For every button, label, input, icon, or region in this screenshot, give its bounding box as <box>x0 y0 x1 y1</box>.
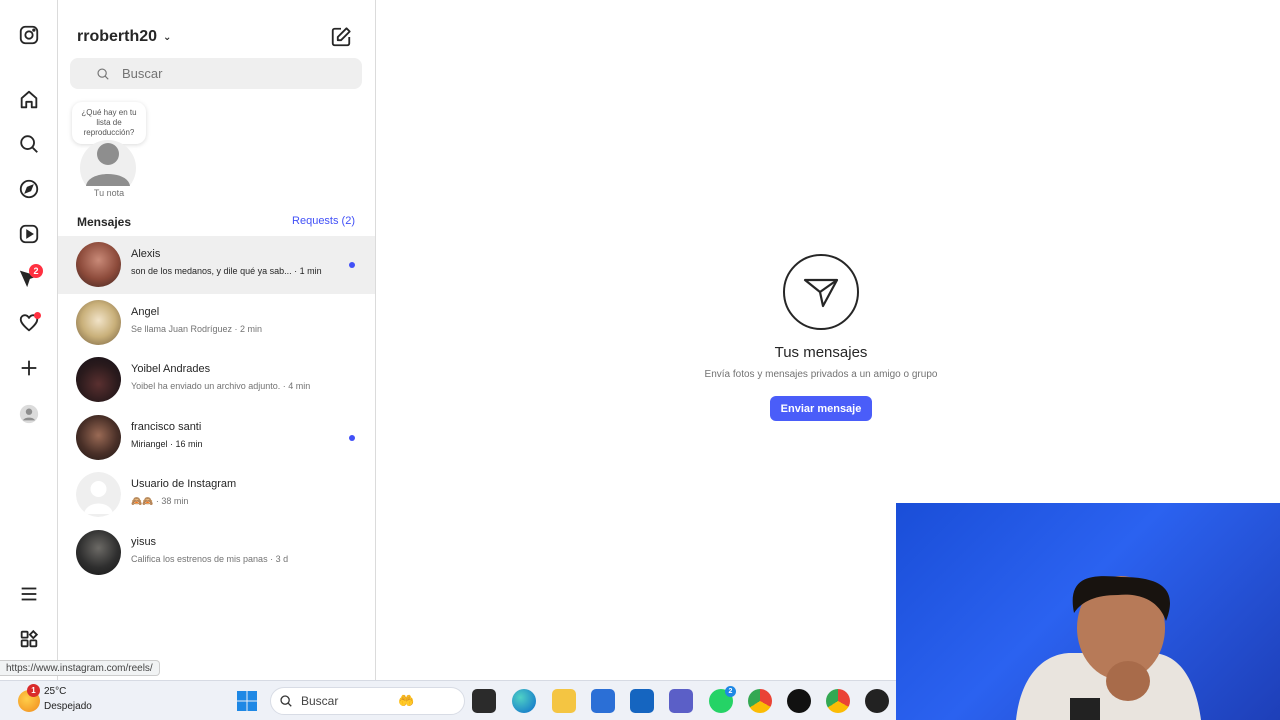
upwork-icon[interactable] <box>787 689 811 713</box>
search-icon[interactable] <box>14 129 44 159</box>
weather-temp: 25°C <box>44 686 67 697</box>
edge-icon[interactable] <box>512 689 536 713</box>
apps-icon[interactable] <box>14 624 44 654</box>
thread-preview: Se llama Juan Rodríguez · 2 min <box>131 324 263 334</box>
create-icon[interactable] <box>14 353 44 383</box>
webcam-overlay <box>896 503 1280 720</box>
thread-row-yisus[interactable]: yisus Califica los estrenos de mis panas… <box>58 524 375 582</box>
avatar <box>76 300 121 345</box>
explore-icon[interactable] <box>14 174 44 204</box>
thread-name: Angel <box>131 306 160 318</box>
notifications-dot <box>34 312 41 319</box>
link-status-url: https://www.instagram.com/reels/ <box>0 660 160 676</box>
thread-preview: 🙈🙈 · 38 min <box>131 496 189 506</box>
unread-dot <box>349 262 355 268</box>
thread-row-usuario[interactable]: Usuario de Instagram 🙈🙈 · 38 min <box>58 466 375 524</box>
windows-start-icon[interactable] <box>235 689 259 713</box>
side-nav-rail: 2 <box>0 0 58 680</box>
file-explorer-icon[interactable] <box>552 689 576 713</box>
thread-preview: Miriangel · 16 min <box>131 439 203 449</box>
note-avatar[interactable] <box>80 140 136 186</box>
messages-icon[interactable]: 2 <box>14 263 44 293</box>
inbox-panel: rroberth20 ⌄ ¿Qué hay en tu lista de rep… <box>58 0 376 680</box>
account-name: rroberth20 <box>77 28 158 45</box>
store-icon[interactable] <box>591 689 615 713</box>
home-icon[interactable] <box>14 85 44 115</box>
search-icon <box>97 67 109 80</box>
search-box[interactable] <box>70 58 362 89</box>
whatsapp-badge: 2 <box>725 686 736 697</box>
heart-icon[interactable] <box>14 308 44 338</box>
avatar <box>76 242 121 287</box>
avatar <box>76 357 121 402</box>
thread-row-yoibel[interactable]: Yoibel Andrades Yoibel ha enviado un arc… <box>58 351 375 409</box>
task-view-icon[interactable] <box>472 689 496 713</box>
profile-icon[interactable] <box>14 399 44 429</box>
chrome-icon[interactable] <box>748 689 772 713</box>
thread-name: yisus <box>131 536 157 548</box>
instagram-logo-icon[interactable] <box>14 20 44 50</box>
reels-icon[interactable] <box>14 219 44 249</box>
chrome-profile-icon[interactable] <box>826 689 850 713</box>
outlook-icon[interactable] <box>630 689 654 713</box>
requests-link[interactable]: Requests (2) <box>292 215 355 227</box>
note-label: Tu nota <box>93 188 125 198</box>
search-highlight-icon: 🤲 <box>398 693 415 708</box>
teams-icon[interactable] <box>669 689 693 713</box>
weather-desc: Despejado <box>44 701 92 712</box>
taskbar-search-label: Buscar <box>301 694 339 708</box>
taskbar-search[interactable]: Buscar 🤲 <box>270 687 465 715</box>
thread-row-alexis[interactable]: Alexis son de los medanos, y dile qué ya… <box>58 236 375 294</box>
thread-preview: son de los medanos, y dile qué ya sab...… <box>131 266 322 276</box>
search-input[interactable] <box>122 66 352 81</box>
avatar <box>76 472 121 517</box>
app-icon[interactable] <box>865 689 889 713</box>
compose-icon[interactable] <box>330 26 352 48</box>
thread-row-francisco[interactable]: francisco santi Miriangel · 16 min <box>58 409 375 467</box>
search-icon <box>280 695 292 707</box>
note-bubble[interactable]: ¿Qué hay en tu lista de reproducción? <box>72 102 146 144</box>
avatar <box>76 530 121 575</box>
messages-badge: 2 <box>29 264 43 278</box>
chevron-down-icon: ⌄ <box>163 31 172 43</box>
empty-state-subtitle: Envía fotos y mensajes privados a un ami… <box>704 369 938 380</box>
thread-preview: Yoibel ha enviado un archivo adjunto. · … <box>131 381 311 391</box>
thread-name: Alexis <box>131 248 161 260</box>
messenger-icon <box>783 254 859 330</box>
send-message-button[interactable]: Enviar mensaje <box>770 396 872 421</box>
thread-name: Yoibel Andrades <box>131 363 211 375</box>
menu-icon[interactable] <box>14 579 44 609</box>
thread-row-angel[interactable]: Angel Se llama Juan Rodríguez · 2 min <box>58 294 375 352</box>
messages-section-title: Mensajes <box>77 215 132 229</box>
empty-state-title: Tus mensajes <box>774 344 868 361</box>
thread-preview: Califica los estrenos de mis panas · 3 d <box>131 554 289 564</box>
thread-name: Usuario de Instagram <box>131 478 237 490</box>
thread-name: francisco santi <box>131 421 202 433</box>
account-switcher[interactable]: rroberth20 ⌄ <box>77 28 171 46</box>
unread-dot <box>349 435 355 441</box>
weather-badge: 1 <box>27 684 40 697</box>
windows-taskbar: 1 25°C Despejado Buscar 🤲 2 <box>0 680 896 720</box>
avatar <box>76 415 121 460</box>
whatsapp-icon[interactable]: 2 <box>709 686 736 713</box>
